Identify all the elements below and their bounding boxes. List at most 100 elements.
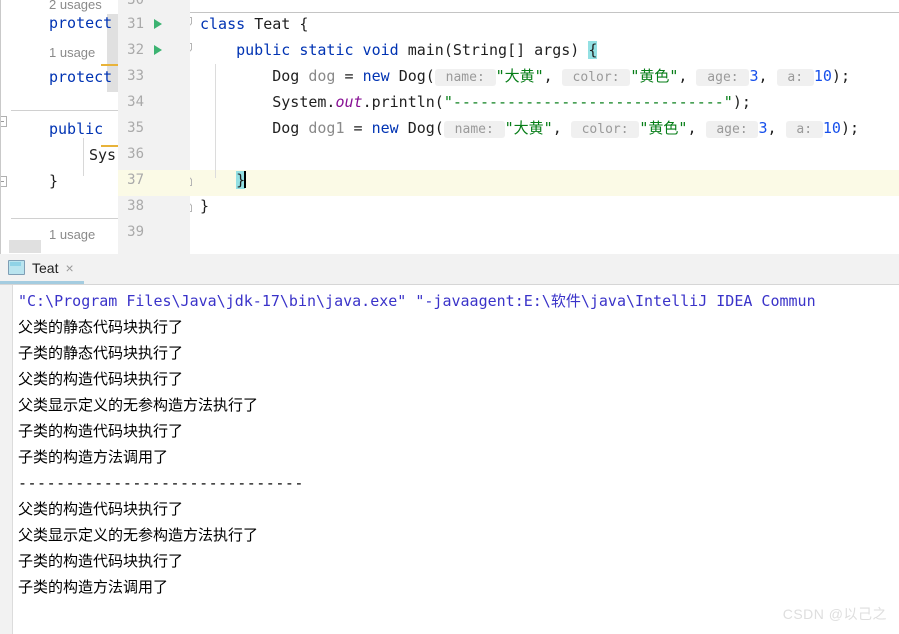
editor-region: 2 usages protect 1 usage protect public … <box>0 0 899 254</box>
run-configuration-icon <box>8 260 25 275</box>
code-token: class <box>200 15 255 33</box>
gutter-line-number: 38 <box>127 198 144 214</box>
console-line: ------------------------------ <box>18 474 304 492</box>
run-method-icon[interactable] <box>154 45 162 55</box>
code-line-33[interactable]: Dog dog = new Dog( name: "大黄", color: "黄… <box>200 63 850 91</box>
code-line-38[interactable]: } <box>200 193 209 219</box>
bg-code-fragment: public <box>49 120 104 138</box>
run-tab-bar: Teat × <box>0 254 899 285</box>
console-line: 子类的构造方法调用了 <box>18 578 169 596</box>
code-editor-pane[interactable]: class Teat { public static void main(Str… <box>190 0 899 254</box>
code-token: "大黄" <box>504 119 553 137</box>
code-token: new <box>362 67 399 85</box>
code-token: Dog( <box>407 119 444 137</box>
console-line: 父类的构造代码块执行了 <box>18 370 184 388</box>
code-token: , <box>678 67 697 85</box>
parameter-hint: color: <box>570 121 640 138</box>
code-token: , <box>758 67 777 85</box>
code-token: [] args) <box>507 41 589 59</box>
fold-marker-icon[interactable] <box>190 175 192 186</box>
run-method-icon[interactable] <box>154 19 162 29</box>
current-line-highlight <box>190 170 899 196</box>
parameter-hint: color: <box>561 69 631 86</box>
parameter-hint: a: <box>785 121 823 138</box>
matched-brace: { <box>588 41 598 59</box>
code-token: dog1 <box>308 119 354 137</box>
console-line: 父类显示定义的无参构造方法执行了 <box>18 526 259 544</box>
console-line: 子类的构造方法调用了 <box>18 448 169 466</box>
code-token: , <box>543 67 562 85</box>
console-line: 父类的构造代码块执行了 <box>18 500 184 518</box>
run-tab-teat[interactable]: Teat × <box>0 254 84 284</box>
gutter-line-number: 34 <box>127 94 144 110</box>
fold-marker-icon[interactable] <box>190 201 192 212</box>
bg-usage-hint: 1 usage <box>49 227 96 242</box>
bg-fold-icon[interactable] <box>1 116 7 127</box>
code-token: { <box>299 15 309 33</box>
bg-code-fragment: protect <box>49 14 113 32</box>
code-token: dog <box>308 67 345 85</box>
bg-code-fragment: Sys <box>89 146 117 164</box>
parameter-hint: age: <box>705 121 759 138</box>
code-token: "黄色" <box>639 119 688 137</box>
code-token: ); <box>840 119 860 137</box>
code-token: out <box>335 93 363 111</box>
gutter-line-number: 39 <box>127 224 144 240</box>
code-token: Dog( <box>398 67 435 85</box>
console-output[interactable]: "C:\Program Files\Java\jdk-17\bin\java.e… <box>14 285 899 634</box>
bg-code-fragment: protect <box>49 68 113 86</box>
parameter-hint: name: <box>434 69 496 86</box>
code-line-35[interactable]: Dog dog1 = new Dog( name: "大黄", color: "… <box>200 115 859 143</box>
code-token: } <box>200 197 210 215</box>
bg-fold-icon[interactable] <box>1 176 7 187</box>
fold-marker-icon[interactable] <box>190 17 192 26</box>
code-token: System. <box>272 93 336 111</box>
text-caret <box>244 171 247 188</box>
code-token: = <box>344 67 363 85</box>
code-token: main <box>407 41 444 59</box>
code-token: 3 <box>758 119 768 137</box>
console-line: "C:\Program Files\Java\jdk-17\bin\java.e… <box>18 292 816 310</box>
code-line-34[interactable]: System.out.println("--------------------… <box>200 89 751 115</box>
gutter-line-number: 35 <box>127 120 144 136</box>
gutter-line-number: 36 <box>127 146 144 162</box>
parameter-hint: age: <box>696 69 750 86</box>
code-token: Dog <box>272 67 309 85</box>
code-token: .println( <box>362 93 444 111</box>
code-token: , <box>687 119 706 137</box>
bg-code-fragment: } <box>49 172 59 190</box>
code-token: 10 <box>822 119 841 137</box>
parameter-hint: name: <box>443 121 505 138</box>
close-icon[interactable]: × <box>65 261 73 275</box>
console-gutter <box>0 285 13 634</box>
gutter-line-number: 37 <box>127 172 144 188</box>
console-line: 子类的构造代码块执行了 <box>18 422 184 440</box>
code-line-37[interactable]: } <box>200 167 247 193</box>
code-token: "------------------------------" <box>443 93 733 111</box>
code-line-31[interactable]: class Teat { <box>200 11 308 37</box>
run-tool-window: Teat × "C:\Program Files\Java\jdk-17\bin… <box>0 254 899 634</box>
code-token: "大黄" <box>495 67 544 85</box>
gutter-line-number: 33 <box>127 68 144 84</box>
code-line-32[interactable]: public static void main(String[] args) { <box>200 37 598 63</box>
bg-indent-guide <box>83 138 84 176</box>
code-token: String <box>452 41 508 59</box>
bg-usage-hint: 1 usage <box>49 45 96 60</box>
parameter-hint: a: <box>776 69 814 86</box>
code-token: ); <box>831 67 850 85</box>
editor-gutter[interactable]: 30 31 32 33 34 35 36 37 38 39 <box>118 0 190 254</box>
gutter-line-number: 32 <box>127 42 144 58</box>
code-token: 10 <box>813 67 832 85</box>
gutter-line-number: 31 <box>127 16 144 32</box>
code-token: = <box>353 119 372 137</box>
console-line: 父类显示定义的无参构造方法执行了 <box>18 396 259 414</box>
code-token: "黄色" <box>630 67 679 85</box>
fold-marker-icon[interactable] <box>190 43 192 52</box>
code-token: , <box>552 119 571 137</box>
bg-code-chip <box>9 240 41 253</box>
